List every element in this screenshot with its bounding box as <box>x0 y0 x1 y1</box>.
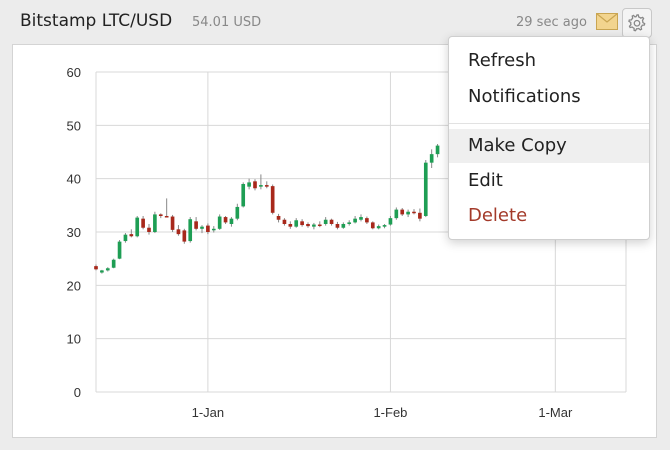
candle-body <box>176 229 181 235</box>
candles <box>94 144 440 274</box>
candle-body <box>423 162 428 216</box>
candle-body <box>388 218 393 225</box>
menu-item-make-copy[interactable]: Make Copy <box>449 129 649 163</box>
candle-body <box>347 222 352 224</box>
candle-body <box>211 228 216 231</box>
candle-body <box>259 185 263 187</box>
y-tick-label: 20 <box>67 278 81 293</box>
y-tick-label: 60 <box>67 65 81 80</box>
candle-body <box>341 224 346 228</box>
candle-body <box>94 266 98 270</box>
candle-body <box>406 211 410 215</box>
candle-body <box>141 218 145 228</box>
candle-body <box>365 218 369 223</box>
candle-body <box>370 222 375 229</box>
y-tick-label: 40 <box>67 172 81 187</box>
candle-body <box>300 221 304 226</box>
candle-body <box>329 219 334 224</box>
y-tick-label: 10 <box>67 332 81 347</box>
candle-body <box>412 211 416 214</box>
x-tick-label: 1-Jan <box>192 405 225 420</box>
candle-body <box>323 219 328 224</box>
candle-body <box>170 216 175 230</box>
last-price: 54.01 USD <box>192 15 262 30</box>
y-axis: 0 10 20 30 40 50 60 <box>67 65 81 400</box>
candle-body <box>164 216 169 218</box>
candle-body <box>294 220 299 227</box>
candle-body <box>353 218 357 223</box>
candle-body <box>247 182 251 187</box>
candle-body <box>135 217 140 237</box>
candle-body <box>206 225 210 232</box>
gear-icon[interactable] <box>622 8 652 38</box>
x-axis: 1-Jan 1-Feb 1-Mar <box>192 405 573 420</box>
candle-body <box>306 224 310 227</box>
y-tick-label: 50 <box>67 118 81 133</box>
mail-icon[interactable] <box>596 13 618 30</box>
menu-item-notifications[interactable]: Notifications <box>449 80 649 114</box>
candle-body <box>111 259 116 268</box>
candle-body <box>117 241 122 259</box>
candle-body <box>223 217 228 223</box>
menu-item-delete[interactable]: Delete <box>449 199 649 233</box>
candle-body <box>335 224 340 228</box>
menu-item-edit[interactable]: Edit <box>449 164 649 198</box>
candle-body <box>435 145 440 155</box>
menu-divider <box>449 123 649 124</box>
candle-body <box>418 212 422 219</box>
candle-body <box>312 224 316 227</box>
candle-body <box>105 268 110 271</box>
candle-body <box>194 221 198 229</box>
candle-body <box>241 184 246 207</box>
last-updated: 29 sec ago <box>516 15 587 30</box>
candle-body <box>394 209 399 219</box>
candle-body <box>282 219 287 224</box>
candle-body <box>317 224 322 227</box>
candle-body <box>270 186 275 213</box>
candle-body <box>217 216 222 229</box>
candle-body <box>158 214 163 216</box>
candle-body <box>100 270 104 273</box>
candle-body <box>382 225 387 227</box>
candle-body <box>123 234 128 242</box>
candle-body <box>129 234 134 237</box>
candle-body <box>376 226 381 229</box>
x-tick-label: 1-Mar <box>538 405 573 420</box>
candle-body <box>182 230 187 242</box>
candle-body <box>235 206 240 219</box>
y-tick-label: 30 <box>67 225 81 240</box>
candle-body <box>229 218 234 224</box>
candle-body <box>288 224 293 227</box>
widget-title: Bitstamp LTC/USD <box>20 11 173 31</box>
y-tick-label: 0 <box>74 385 81 400</box>
candle-body <box>400 209 405 215</box>
candle-body <box>264 185 269 187</box>
candle-body <box>188 219 193 242</box>
candle-body <box>276 216 281 220</box>
candle-body <box>429 154 434 163</box>
candle-body <box>147 227 151 232</box>
settings-menu: Refresh Notifications Make Copy Edit Del… <box>448 36 650 240</box>
candle-body <box>200 226 204 229</box>
menu-item-refresh[interactable]: Refresh <box>449 44 649 78</box>
x-tick-label: 1-Feb <box>373 405 407 420</box>
candle-body <box>359 217 363 220</box>
candle-body <box>153 214 157 232</box>
candle-body <box>253 181 257 189</box>
